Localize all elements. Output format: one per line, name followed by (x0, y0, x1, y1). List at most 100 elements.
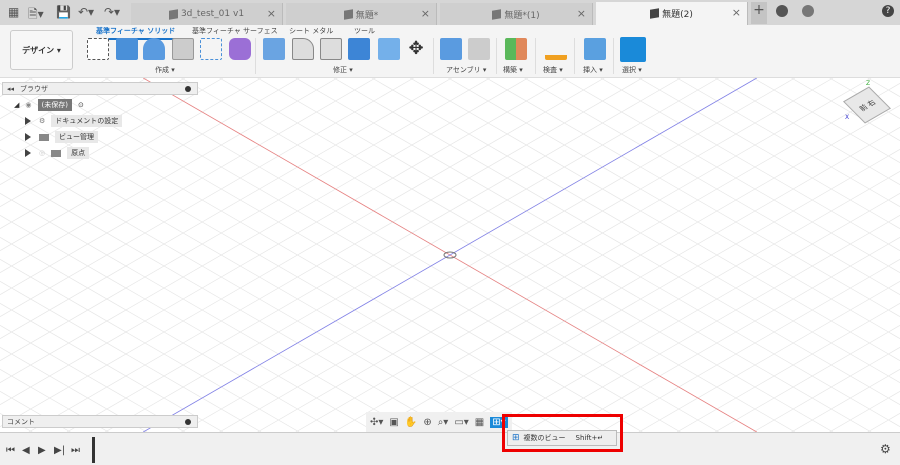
browser-item[interactable]: ビュー管理 (25, 131, 98, 143)
browser-item[interactable]: ◎ 原点 (25, 147, 90, 159)
apps-grid-icon[interactable]: ▦ (8, 5, 19, 19)
ribbon-toolbar: デザイン ▾ 基準フィーチャ ソリッド 基準フィーチャ サーフェス シート メタ… (0, 25, 900, 78)
eye-hidden-icon[interactable]: ◎ (39, 149, 45, 157)
item-label: 原点 (67, 147, 90, 159)
redo-icon[interactable]: ↷▾ (104, 5, 120, 19)
look-at-icon[interactable]: ▣ (389, 417, 398, 428)
comment-panel-header[interactable]: コメント (2, 415, 198, 428)
tab-bar: ▦ 🗎▾ 💾 ↶▾ ↷▾ 3d_test_01 v1 × 無題* × 無題*(1) ×… (0, 0, 900, 25)
save-icon[interactable]: 💾 (56, 5, 71, 19)
add-comment-icon[interactable] (185, 419, 191, 425)
grid-line (486, 193, 900, 432)
tab-document[interactable]: 無題*(1) × (440, 3, 593, 25)
browser-root[interactable]: ◢ ◉ (未保存) ⊙ (14, 99, 84, 111)
divider (574, 38, 575, 74)
shell-icon[interactable] (320, 38, 342, 60)
grid-settings-icon[interactable]: ▦ (475, 417, 484, 428)
workspace-dropdown[interactable]: デザイン ▾ (10, 30, 73, 70)
activate-radio-icon[interactable]: ⊙ (78, 101, 84, 109)
viewport-canvas[interactable]: ◂◂ ブラウザ ◢ ◉ (未保存) ⊙ ⚙ ドキュメントの設定 ビュー管理 ◎ 原点 コメン… (0, 78, 900, 432)
first-icon[interactable]: ⏮ (6, 445, 15, 456)
pattern-icon[interactable] (200, 38, 222, 60)
undo-icon[interactable]: ↶▾ (78, 5, 94, 19)
new-tab-icon[interactable]: + (751, 2, 767, 24)
group-create[interactable]: 作成 ▾ (155, 65, 175, 75)
close-icon[interactable]: × (421, 7, 430, 20)
orbit-icon[interactable]: ✣▾ (370, 417, 383, 428)
x-axis-label: X (845, 114, 850, 121)
gear-icon[interactable]: ⚙ (880, 442, 891, 456)
menu-item-multiple-views[interactable]: 複数のビュー (524, 433, 566, 443)
fillet-icon[interactable] (292, 38, 314, 60)
expand-icon[interactable] (25, 133, 31, 141)
revolve-icon[interactable] (143, 38, 165, 60)
tab-label: 無題*(1) (504, 10, 540, 21)
last-icon[interactable]: ⏭ (71, 445, 80, 456)
tab-label: 3d_test_01 v1 (180, 9, 245, 19)
tab-document[interactable]: 3d_test_01 v1 × (131, 3, 283, 25)
measure-icon[interactable] (545, 38, 567, 60)
item-label: ドキュメントの設定 (51, 115, 123, 127)
grid-line (524, 215, 900, 432)
tab-document[interactable]: 無題* × (286, 3, 437, 25)
combine-icon[interactable] (348, 38, 370, 60)
grid-line (0, 303, 224, 432)
tab-tools[interactable]: ツール (354, 26, 375, 36)
close-icon[interactable]: × (732, 6, 741, 19)
select-icon[interactable] (620, 37, 646, 62)
tab-surface[interactable]: 基準フィーチャ サーフェス (192, 26, 278, 36)
extrude-icon[interactable] (116, 38, 138, 60)
group-modify[interactable]: 修正 ▾ (333, 65, 353, 75)
tab-document-active[interactable]: 無題(2) × (596, 2, 748, 25)
close-icon[interactable]: × (267, 7, 276, 20)
zoom-icon[interactable]: ⊕ (423, 417, 431, 428)
press-pull-icon[interactable] (263, 38, 285, 60)
pin-icon[interactable] (185, 86, 191, 92)
split-body-icon[interactable] (378, 38, 400, 60)
move-icon[interactable]: ✥ (405, 38, 427, 60)
grid-line (867, 413, 900, 432)
group-select[interactable]: 選択 ▾ (622, 65, 642, 75)
create-sketch-icon[interactable] (87, 38, 109, 60)
eye-icon[interactable]: ◉ (25, 101, 31, 109)
grid-line (524, 78, 900, 295)
display-settings-icon[interactable]: ▭▾ (454, 417, 468, 428)
joint-icon[interactable] (468, 38, 490, 60)
tab-label: 無題(2) (662, 10, 693, 20)
cube-icon (492, 8, 502, 20)
browser-panel-header[interactable]: ◂◂ ブラウザ (2, 82, 198, 95)
group-insert[interactable]: 挿入 ▾ (583, 65, 603, 75)
viewports-icon[interactable]: ⊞▾ (490, 416, 508, 428)
tab-sheet-metal[interactable]: シート メタル (289, 26, 333, 36)
job-status-icon[interactable] (802, 5, 814, 17)
group-assemble[interactable]: アセンブリ ▾ (446, 65, 486, 75)
grid-line (0, 171, 452, 432)
hole-icon[interactable] (172, 38, 194, 60)
grid-line (295, 83, 900, 432)
insert-image-icon[interactable] (584, 38, 606, 60)
grid-line (0, 127, 529, 432)
grid-line (0, 281, 262, 432)
expand-icon[interactable] (25, 149, 31, 157)
previous-icon[interactable]: ◀ (22, 445, 30, 456)
sync-icon[interactable] (776, 5, 788, 17)
new-component-icon[interactable] (440, 38, 462, 60)
fit-icon[interactable]: ⌕▾ (438, 417, 449, 428)
browser-item[interactable]: ⚙ ドキュメントの設定 (25, 115, 123, 127)
next-icon[interactable]: ▶| (54, 445, 65, 456)
help-icon[interactable]: ? (882, 5, 894, 17)
cube-face-right[interactable]: 右 (866, 99, 878, 108)
grid-line (0, 215, 376, 432)
file-icon[interactable]: 🗎▾ (28, 5, 44, 26)
offset-plane-icon[interactable] (505, 38, 527, 60)
expand-icon[interactable] (25, 117, 31, 125)
comment-title: コメント (7, 417, 35, 426)
grid-line (753, 78, 900, 163)
group-inspect[interactable]: 検査 ▾ (543, 65, 563, 75)
group-construct[interactable]: 構築 ▾ (503, 65, 523, 75)
play-icon[interactable]: ▶ (38, 445, 46, 456)
timeline-marker[interactable] (92, 437, 95, 463)
close-icon[interactable]: × (577, 7, 586, 20)
create-form-icon[interactable] (229, 38, 251, 60)
pan-icon[interactable]: ✋ (405, 417, 417, 428)
